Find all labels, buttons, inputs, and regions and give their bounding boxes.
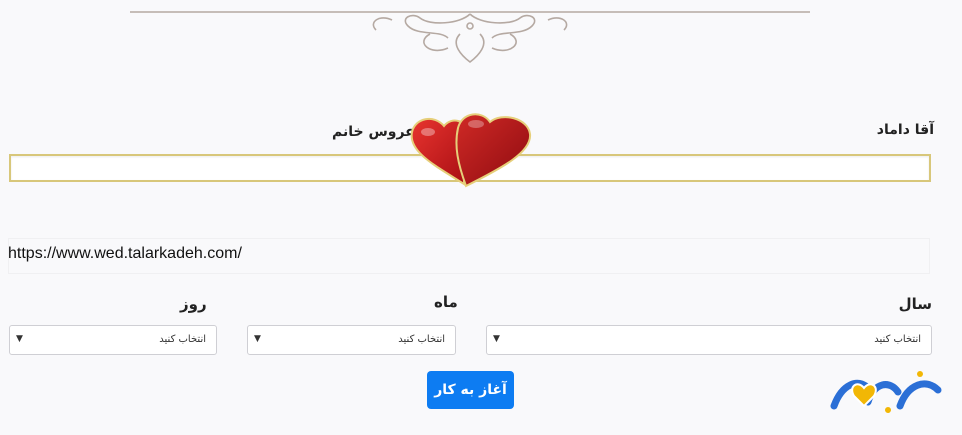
wedding-url: https://www.wed.talarkadeh.com/ xyxy=(8,245,242,262)
day-select[interactable]: انتخاب کنید ▼ xyxy=(9,325,217,355)
start-button[interactable]: آغاز به کار xyxy=(427,371,514,409)
year-select[interactable]: انتخاب کنید ▼ xyxy=(486,325,932,355)
caret-down-icon: ▼ xyxy=(16,334,23,344)
year-select-value: انتخاب کنید xyxy=(874,334,921,345)
bride-name-input[interactable] xyxy=(9,154,461,182)
month-select-value: انتخاب کنید xyxy=(398,334,445,345)
two-hearts-icon xyxy=(410,113,532,188)
caret-down-icon: ▼ xyxy=(493,334,500,344)
month-label: ماه xyxy=(434,293,458,311)
talarkadeh-logo xyxy=(830,371,942,413)
bride-label: عروس خانم xyxy=(332,124,415,140)
day-label: روز xyxy=(180,295,207,313)
month-select[interactable]: انتخاب کنید ▼ xyxy=(247,325,456,355)
day-select-value: انتخاب کنید xyxy=(159,334,206,345)
groom-label: آقا داماد xyxy=(876,122,934,138)
year-label: سال xyxy=(898,295,932,313)
caret-down-icon: ▼ xyxy=(254,334,261,344)
decorative-flourish-icon xyxy=(130,11,810,64)
